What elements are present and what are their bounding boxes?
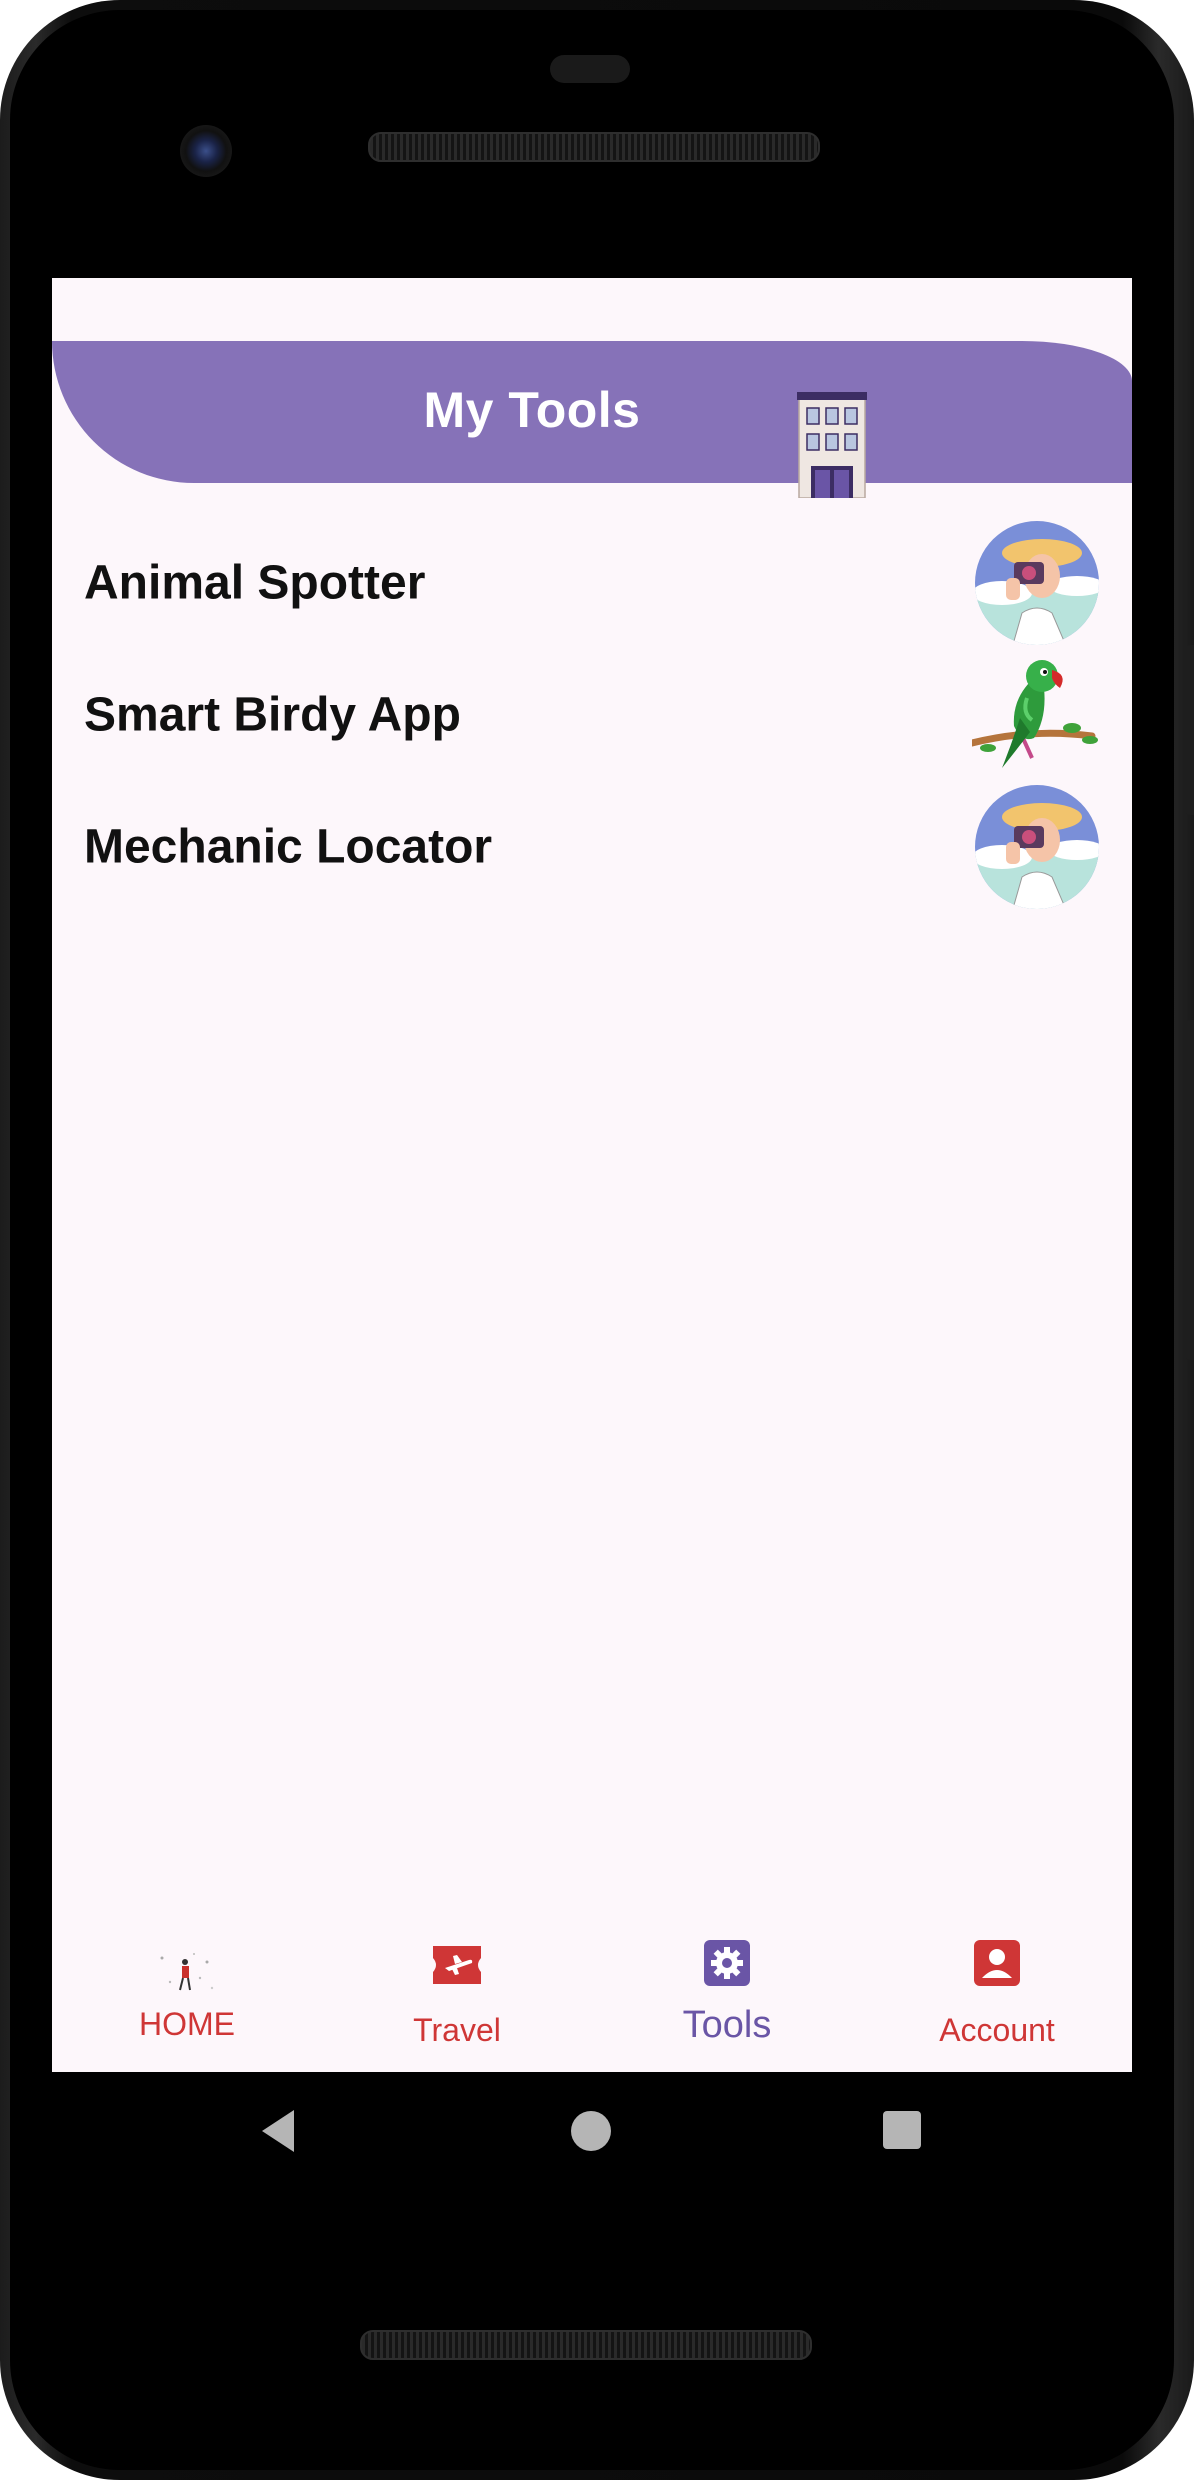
app-screen: My Tools Animal Spotter Smart Birdy App …	[52, 278, 1132, 2072]
nav-item-account[interactable]: Account	[862, 1918, 1132, 2072]
system-navigation-bar	[0, 2072, 1194, 2202]
tool-label: Animal Spotter	[84, 556, 426, 610]
traveler-icon	[160, 1953, 214, 1991]
recents-icon[interactable]	[882, 2110, 922, 2150]
proximity-sensor	[550, 55, 630, 83]
nav-label-tools: Tools	[682, 2004, 772, 2046]
nav-label-account: Account	[939, 2012, 1055, 2048]
front-camera	[180, 125, 232, 177]
account-icon	[974, 1940, 1020, 1986]
power-button	[1186, 645, 1194, 815]
tool-row-animal-spotter[interactable]: Animal Spotter	[52, 518, 1132, 648]
header-banner: My Tools	[52, 341, 1132, 483]
nav-label-travel: Travel	[413, 2012, 501, 2048]
building-icon	[797, 392, 867, 498]
nav-item-travel[interactable]: Travel	[322, 1918, 592, 2072]
tool-label: Mechanic Locator	[84, 820, 493, 874]
bottom-speaker	[360, 2330, 812, 2360]
volume-button	[1186, 1020, 1194, 1360]
home-circle-icon[interactable]	[570, 2110, 612, 2152]
tool-row-smart-birdy-app[interactable]: Smart Birdy App	[52, 650, 1132, 780]
back-icon[interactable]	[258, 2108, 298, 2154]
tool-row-mechanic-locator[interactable]: Mechanic Locator	[52, 782, 1132, 912]
page-title: My Tools	[423, 382, 641, 438]
nav-item-home[interactable]: HOME	[52, 1918, 322, 2072]
nav-item-tools[interactable]: Tools	[592, 1918, 862, 2072]
photographer-avatar-icon	[975, 785, 1099, 909]
plane-ticket-icon	[433, 1946, 481, 1984]
bottom-navigation: HOME Travel Tools Account	[52, 1918, 1132, 2072]
nav-label-home: HOME	[139, 2006, 235, 2042]
tool-label: Smart Birdy App	[84, 688, 461, 742]
earpiece-speaker	[368, 132, 820, 162]
photographer-avatar-icon	[975, 521, 1099, 645]
status-bar	[52, 278, 1132, 341]
parrot-icon	[972, 660, 1098, 768]
gear-icon	[704, 1940, 750, 1986]
